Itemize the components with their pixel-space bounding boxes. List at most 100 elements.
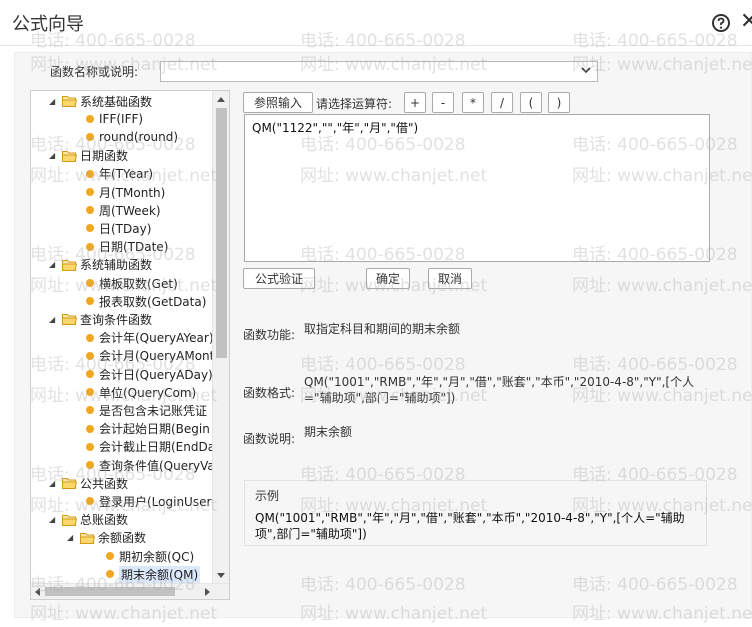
tree-expand-toggle-icon[interactable]: ◢ xyxy=(49,315,59,324)
ok-button[interactable]: 确定 xyxy=(366,268,410,289)
tree-item-label: 会计月(QueryAMont xyxy=(99,349,215,364)
close-icon[interactable]: ✕ xyxy=(740,8,752,36)
tree-item[interactable]: IFF(IFF) xyxy=(86,110,143,128)
tree-group[interactable]: ◢ 日期函数 xyxy=(49,147,128,165)
tree-item-label: 查询条件函数 xyxy=(80,312,153,327)
tree-item[interactable]: 登录用户(LoginUser xyxy=(86,492,211,510)
tree-expand-toggle-icon[interactable]: ◢ xyxy=(49,515,59,524)
tree-item[interactable]: 月(TMonth) xyxy=(86,183,165,201)
tree-group[interactable]: ◢ 总账函数 xyxy=(49,511,128,529)
reference-input-button[interactable]: 参照输入 xyxy=(243,92,313,113)
tree-expand-toggle-icon[interactable]: ◢ xyxy=(49,479,59,488)
tree-item-label: 年(TYear) xyxy=(99,167,154,182)
tree-item-label: IFF(IFF) xyxy=(99,112,144,127)
function-dot-icon xyxy=(86,297,94,306)
tree-item-label: 日期函数 xyxy=(80,149,129,164)
tree-group[interactable]: ◢ 余额函数 xyxy=(67,529,146,547)
tree-group[interactable]: ◢ 查询条件函数 xyxy=(49,310,152,328)
tree-vertical-scrollbar[interactable] xyxy=(212,91,229,584)
scroll-down-arrow-icon[interactable] xyxy=(217,573,225,578)
operator-close-paren-button[interactable]: ) xyxy=(548,92,570,113)
function-tree[interactable]: ◢ 系统基础函数 IFF(IFF) round(round) ◢ 日期函数年(TYear)… xyxy=(30,90,230,600)
tree-item-label: 期初余额(QC) xyxy=(119,549,195,564)
function-dot-icon xyxy=(86,279,94,287)
function-dot-icon xyxy=(86,333,94,342)
tree-item-label: 会计起始日期(Begin xyxy=(99,422,210,437)
tree-item[interactable]: round(round) xyxy=(86,128,178,146)
tree-item-label: 日期(TDate) xyxy=(99,240,169,255)
function-dot-icon xyxy=(86,206,94,215)
tree-item-label: 余额函数 xyxy=(98,531,147,546)
tree-item-label: 登录用户(LoginUser xyxy=(99,494,212,509)
operator-minus-button[interactable]: - xyxy=(432,92,454,113)
tree-item-label: 报表取数(GetData) xyxy=(99,294,207,309)
function-purpose-value: 取指定科目和期间的期末余额 xyxy=(304,322,461,336)
function-dot-icon xyxy=(86,224,94,233)
tree-item[interactable]: 是否包含未记账凭证 xyxy=(86,401,207,419)
function-dot-icon xyxy=(86,242,94,251)
function-format-value: QM("1001","RMB","年","月","借","账套","本币","2… xyxy=(304,375,695,405)
function-description-value: 期末余额 xyxy=(304,425,353,439)
tree-item[interactable]: 单位(QueryCom) xyxy=(86,383,196,401)
tree-item[interactable]: 横板取数(Get) xyxy=(86,274,178,292)
tree-expand-toggle-icon[interactable]: ◢ xyxy=(49,260,59,269)
tree-expand-toggle-icon[interactable]: ◢ xyxy=(49,151,59,160)
tree-item[interactable]: 会计截止日期(EndDa xyxy=(86,438,215,456)
tree-item-label: 系统基础函数 xyxy=(80,94,153,109)
tree-item-label: 会计年(QueryAYear) xyxy=(99,331,214,346)
folder-open-icon xyxy=(62,514,77,526)
operator-open-paren-button[interactable]: ( xyxy=(520,92,542,113)
tree-item[interactable]: 周(TWeek) xyxy=(86,201,161,219)
tree-horizontal-scrollbar[interactable] xyxy=(31,583,229,599)
function-dot-icon xyxy=(106,570,114,579)
tree-item[interactable]: 年(TYear) xyxy=(86,165,153,183)
scroll-up-arrow-icon[interactable] xyxy=(217,97,225,102)
operator-divide-button[interactable]: / xyxy=(491,92,513,113)
function-dot-icon xyxy=(86,351,94,360)
function-dot-icon xyxy=(86,406,94,415)
tree-item-label: 月(TMonth) xyxy=(99,185,166,200)
tree-group[interactable]: ◢ 系统基础函数 xyxy=(49,92,152,110)
operator-plus-button[interactable]: + xyxy=(404,92,426,113)
folder-open-icon xyxy=(62,259,77,271)
operator-multiply-button[interactable]: * xyxy=(462,92,484,113)
horizontal-scroll-thumb[interactable] xyxy=(45,587,175,596)
tree-group[interactable]: ◢ 系统辅助函数 xyxy=(49,256,152,274)
scroll-right-arrow-icon[interactable] xyxy=(205,588,210,596)
tree-item-label: round(round) xyxy=(99,130,179,145)
tree-item[interactable]: 会计起始日期(Begin xyxy=(86,420,210,438)
function-name-select[interactable] xyxy=(160,61,598,82)
function-name-label: 函数名称或说明: xyxy=(50,65,139,79)
formula-verify-button[interactable]: 公式验证 xyxy=(243,268,315,289)
tree-item-label: 总账函数 xyxy=(80,513,129,528)
tree-item[interactable]: 期末余额(QM) xyxy=(106,565,201,583)
tree-item[interactable]: 日期(TDate) xyxy=(86,238,168,256)
function-dot-icon xyxy=(86,424,94,433)
function-dot-icon xyxy=(86,442,94,451)
example-panel: 示例 QM("1001","RMB","年","月","借","账套","本币"… xyxy=(244,480,707,546)
tree-item[interactable]: 日(TDay) xyxy=(86,219,151,237)
cancel-button[interactable]: 取消 xyxy=(428,268,472,289)
scroll-left-arrow-icon[interactable] xyxy=(35,588,40,596)
function-dot-icon xyxy=(106,552,114,560)
tree-item[interactable]: 期初余额(QC) xyxy=(106,547,194,565)
tree-item-label: 期末余额(QM) xyxy=(119,565,201,583)
question-circle-icon[interactable] xyxy=(711,13,731,33)
tree-item[interactable]: 报表取数(GetData) xyxy=(86,292,206,310)
tree-group[interactable]: ◢ 公共函数 xyxy=(49,474,128,492)
tree-item[interactable]: 会计日(QueryADay) xyxy=(86,365,213,383)
formula-editor[interactable]: QM("1122","","年","月","借") xyxy=(244,114,710,262)
tree-item-label: 是否包含未记账凭证 xyxy=(99,403,208,418)
tree-item[interactable]: 会计月(QueryAMont xyxy=(86,347,214,365)
function-dot-icon xyxy=(86,461,94,469)
tree-expand-toggle-icon[interactable]: ◢ xyxy=(67,533,77,542)
tree-item[interactable]: 会计年(QueryAYear) xyxy=(86,329,214,347)
tree-item-label: 会计日(QueryADay) xyxy=(99,367,213,382)
tree-item-label: 查询条件值(QueryVa xyxy=(99,458,215,473)
tree-item[interactable]: 查询条件值(QueryVa xyxy=(86,456,215,474)
function-dot-icon xyxy=(86,115,94,124)
vertical-scroll-thumb[interactable] xyxy=(216,108,227,358)
tree-expand-toggle-icon[interactable]: ◢ xyxy=(49,97,59,106)
example-text: QM("1001","RMB","年","月","借","账套","本币","2… xyxy=(255,511,685,541)
tree-item-label: 单位(QueryCom) xyxy=(99,385,197,400)
